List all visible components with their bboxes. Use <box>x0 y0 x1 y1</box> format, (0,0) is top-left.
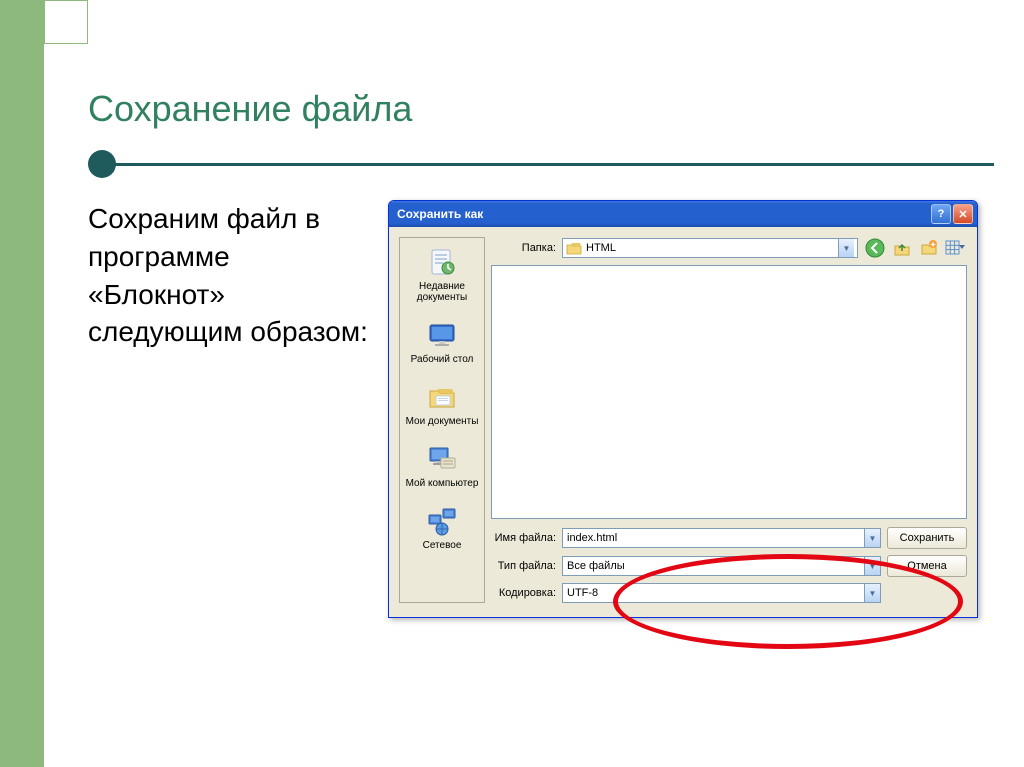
places-mydocs-label: Мои документы <box>406 416 479 427</box>
folder-dropdown[interactable]: HTML ▼ <box>562 238 858 258</box>
save-as-dialog: Сохранить как ? ✕ Недавние документы <box>388 200 978 618</box>
help-button[interactable]: ? <box>931 204 951 224</box>
title-underline <box>88 150 994 170</box>
svg-text:✦: ✦ <box>930 241 936 249</box>
filetype-value: Все файлы <box>567 560 864 572</box>
slide-body-text: Сохраним файл в программе «Блокнот» след… <box>88 200 368 618</box>
filetype-dropdown[interactable]: Все файлы ▼ <box>562 556 881 576</box>
encoding-label: Кодировка: <box>491 587 556 599</box>
places-network-label: Сетевое <box>423 540 462 551</box>
folder-label: Папка: <box>491 242 556 254</box>
folder-up-icon <box>893 239 911 257</box>
file-list-area[interactable] <box>491 265 967 519</box>
view-menu-button[interactable] <box>945 237 967 259</box>
dialog-titlebar[interactable]: Сохранить как ? ✕ <box>389 201 977 227</box>
up-button[interactable] <box>891 237 913 259</box>
places-bar: Недавние документы Рабочий стол <box>399 237 485 603</box>
encoding-value: UTF-8 <box>567 587 864 599</box>
close-button[interactable]: ✕ <box>953 204 973 224</box>
back-arrow-icon <box>865 238 885 258</box>
places-desktop[interactable]: Рабочий стол <box>400 311 484 373</box>
chevron-down-icon[interactable]: ▼ <box>838 239 854 257</box>
slide-title: Сохранение файла <box>88 88 994 130</box>
filetype-label: Тип файла: <box>491 560 556 572</box>
mycomputer-icon <box>426 443 458 475</box>
places-recent[interactable]: Недавние документы <box>400 238 484 311</box>
places-recent-label: Недавние документы <box>402 281 482 303</box>
view-grid-icon <box>945 239 967 257</box>
mydocs-icon <box>426 381 458 413</box>
slide-left-accent <box>0 0 44 767</box>
places-mydocs[interactable]: Мои документы <box>400 373 484 435</box>
recent-docs-icon <box>426 246 458 278</box>
filename-label: Имя файла: <box>491 532 556 544</box>
places-desktop-label: Рабочий стол <box>411 354 474 365</box>
new-folder-button[interactable]: ✦ <box>918 237 940 259</box>
places-mycomputer-label: Мой компьютер <box>406 478 479 489</box>
dialog-title: Сохранить как <box>397 207 931 221</box>
places-mycomputer[interactable]: Мой компьютер <box>400 435 484 497</box>
chevron-down-icon[interactable]: ▼ <box>864 584 880 602</box>
slide-corner-square <box>44 0 88 44</box>
folder-value: HTML <box>586 242 834 254</box>
save-button[interactable]: Сохранить <box>887 527 967 549</box>
filename-input[interactable]: index.html ▼ <box>562 528 881 548</box>
new-folder-icon: ✦ <box>920 239 938 257</box>
folder-icon <box>566 241 582 255</box>
chevron-down-icon[interactable]: ▼ <box>864 529 880 547</box>
network-icon <box>426 505 458 537</box>
cancel-button[interactable]: Отмена <box>887 555 967 577</box>
back-button[interactable] <box>864 237 886 259</box>
filename-value: index.html <box>567 532 864 544</box>
desktop-icon <box>426 319 458 351</box>
places-network[interactable]: Сетевое <box>400 497 484 559</box>
encoding-dropdown[interactable]: UTF-8 ▼ <box>562 583 881 603</box>
chevron-down-icon[interactable]: ▼ <box>864 557 880 575</box>
